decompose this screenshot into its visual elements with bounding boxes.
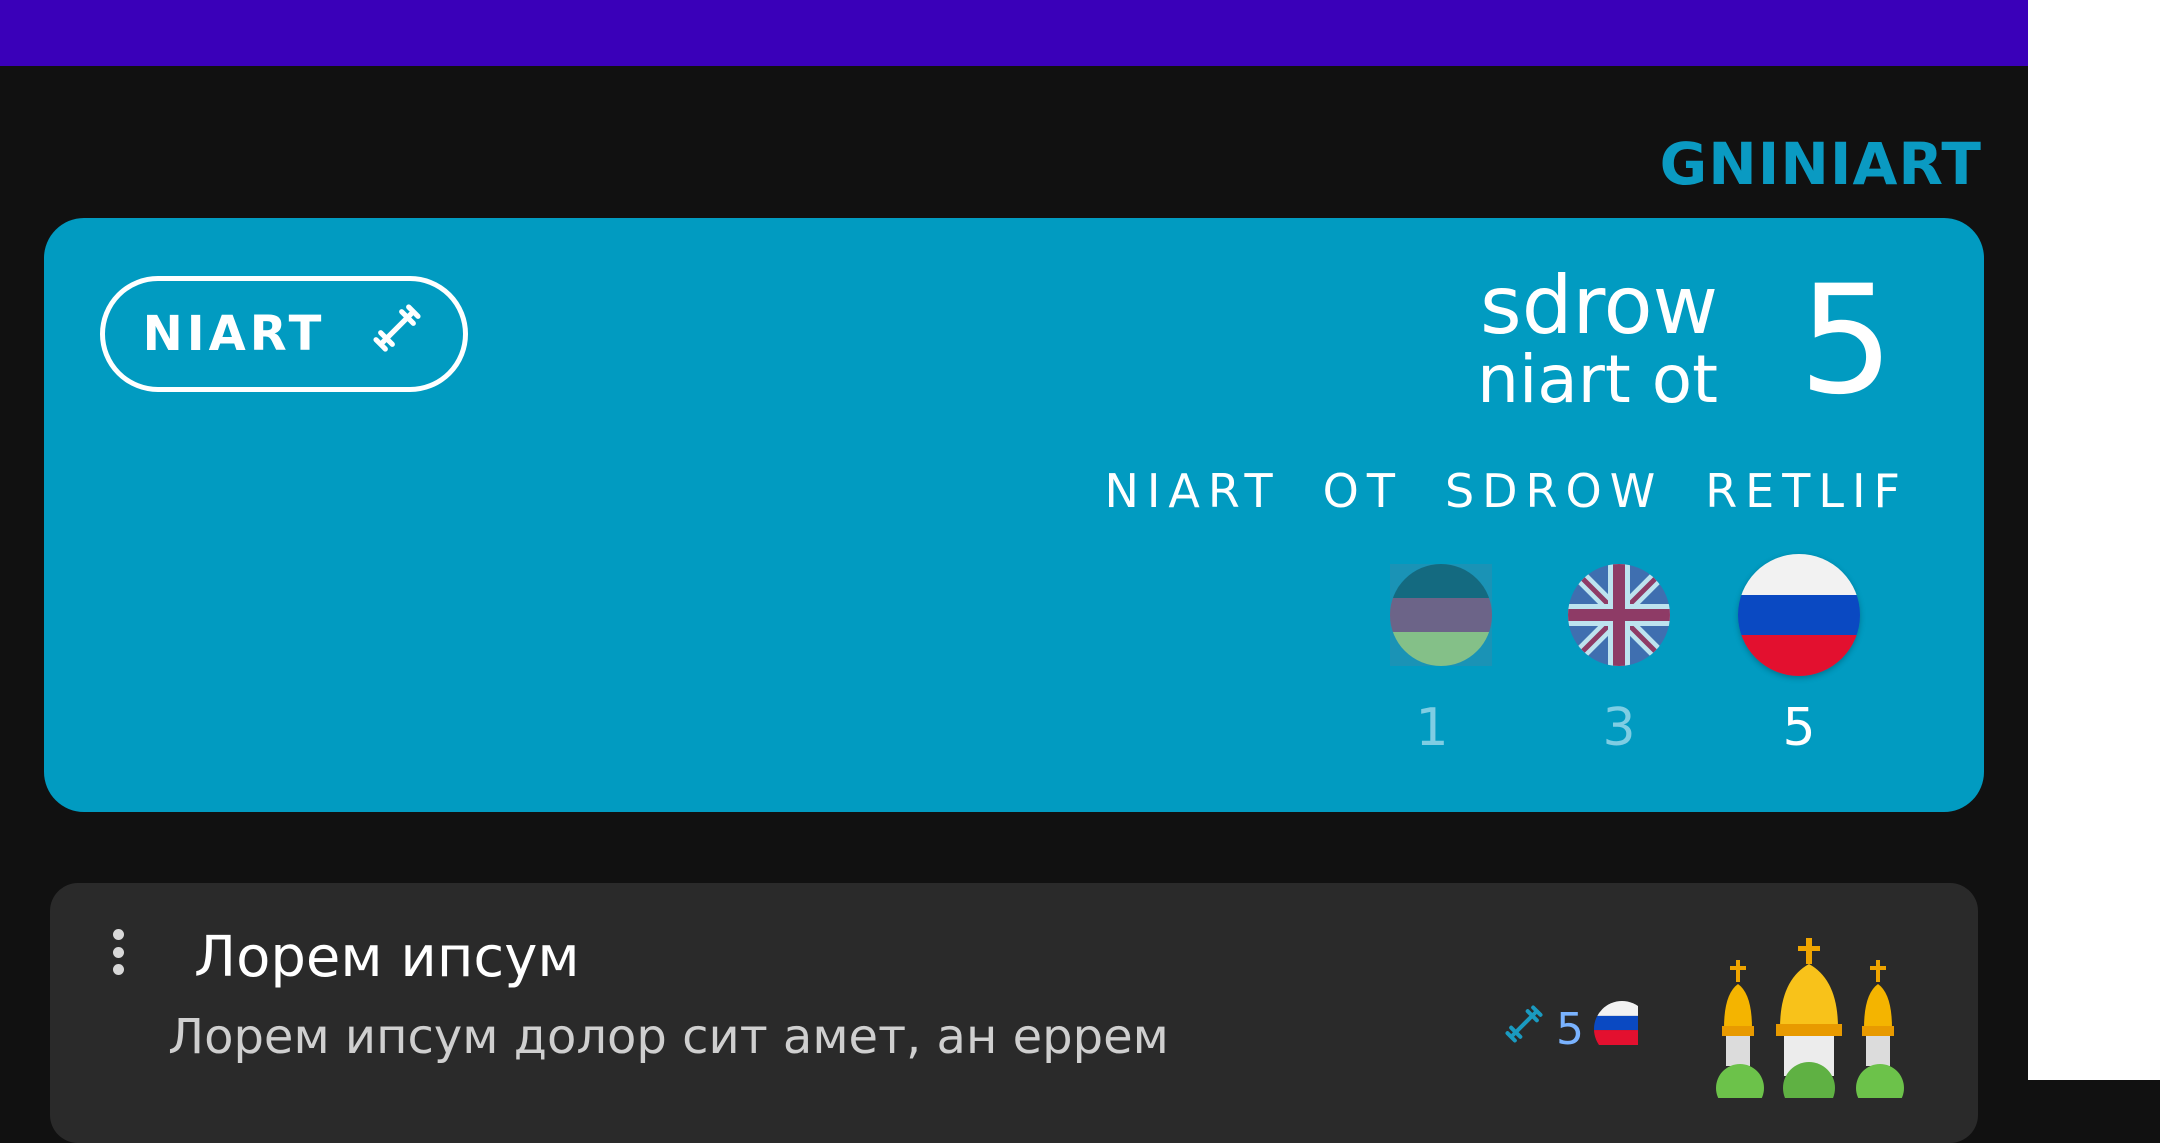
russia-flag-icon	[1594, 1001, 1650, 1057]
mixed-flag-icon[interactable]	[1390, 564, 1492, 666]
word-card[interactable]: Лорем ипсум Лорем ипсум долор сит амет, …	[50, 883, 1978, 1143]
words-to-train-label: sdrow niart ot	[1477, 266, 1718, 414]
train-button[interactable]: NIART	[100, 276, 468, 392]
church-icon	[1710, 938, 1910, 1114]
word-meta: 5	[1502, 1001, 1650, 1057]
train-button-label: NIART	[142, 306, 326, 362]
filter-label: NIART OT SDROW RETLIF	[1104, 464, 1908, 518]
train-count: 5	[1556, 1003, 1584, 1055]
dumbbell-icon	[1502, 1002, 1546, 1057]
screen-edge	[2028, 0, 2160, 1080]
words-count: 5	[1798, 254, 1894, 428]
dumbbell-icon	[369, 300, 425, 368]
filter-word-1: NIART	[1104, 464, 1281, 518]
uk-flag-icon[interactable]	[1568, 564, 1670, 666]
words-label-line2: niart ot	[1477, 341, 1718, 418]
language-count: 5	[1782, 698, 1816, 758]
filter-word-4: RETLIF	[1705, 464, 1908, 518]
filter-word-2: OT	[1322, 464, 1403, 518]
words-label-line1: sdrow	[1480, 259, 1718, 352]
word-description: Лорем ипсум долор сит амет, ан еррем	[168, 1009, 1169, 1065]
more-vert-icon[interactable]	[112, 929, 124, 975]
word-title: Лорем ипсум	[194, 925, 580, 990]
section-title: GNINIART	[1659, 130, 1982, 198]
train-card: NIART sdrow niart ot 5 NIART OT SDROW RE…	[44, 218, 1984, 812]
filter-word-3: SDROW	[1444, 464, 1664, 518]
top-app-bar	[0, 0, 2028, 66]
russia-flag-icon[interactable]	[1738, 554, 1860, 676]
language-count: 3	[1602, 698, 1636, 758]
language-count: 1	[1415, 698, 1449, 758]
